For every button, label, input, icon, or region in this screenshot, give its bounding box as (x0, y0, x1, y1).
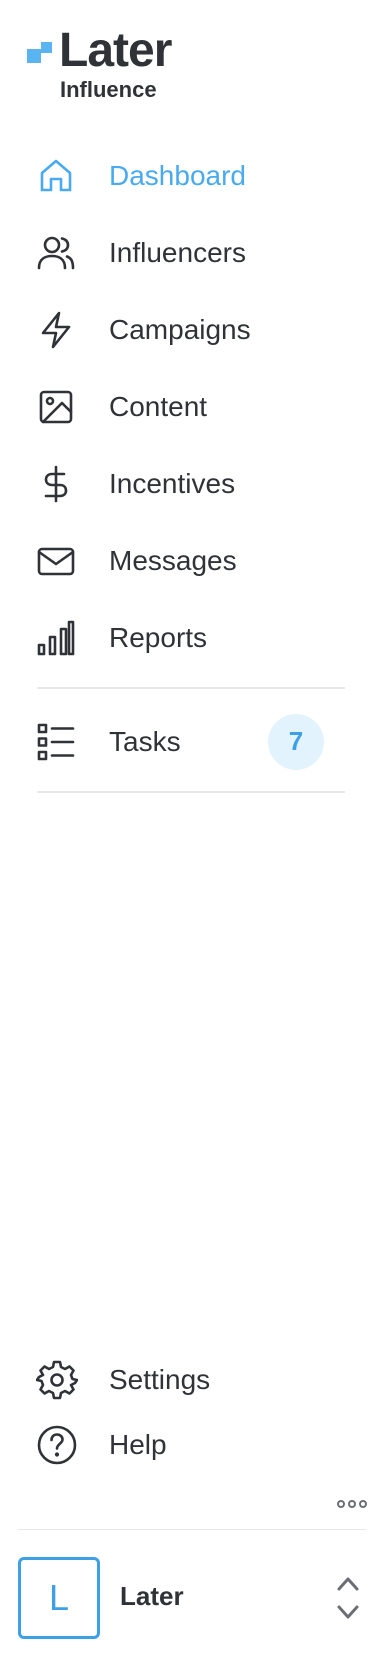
nav-item-label: Content (109, 390, 208, 422)
users-icon (36, 233, 76, 273)
account-name: Later (120, 1581, 184, 1611)
logo-product-name: Influence (60, 77, 157, 102)
account-switcher[interactable]: L Later (0, 1557, 386, 1639)
nav-item-label: Influencers (109, 236, 246, 268)
nav-item-label: Tasks (109, 725, 181, 757)
later-influence-logo[interactable]: Later Influence (27, 27, 197, 105)
help-link[interactable]: Help (0, 1413, 386, 1477)
nav-item-label: Incentives (109, 467, 236, 499)
bar-chart-icon (36, 618, 76, 658)
nav-item-label: Dashboard (109, 159, 246, 191)
chevron-up-down-icon (334, 1573, 362, 1623)
more-options-icon[interactable] (337, 1497, 369, 1511)
primary-nav: Dashboard Influencers Campaigns Content … (0, 137, 386, 676)
nav-item-label: Messages (109, 544, 237, 576)
logo-mark-square-small (41, 42, 52, 53)
nav-item-dashboard[interactable]: Dashboard (0, 137, 386, 214)
help-label: Help (109, 1429, 167, 1460)
nav-item-label: Reports (109, 621, 208, 653)
nav-item-label: Campaigns (109, 313, 251, 345)
nav-item-campaigns[interactable]: Campaigns (0, 291, 386, 368)
tasks-count-badge: 7 (268, 713, 324, 770)
logo-mark-square (27, 49, 41, 63)
settings-label: Settings (109, 1364, 211, 1395)
image-icon (36, 387, 76, 427)
nav-item-reports[interactable]: Reports (0, 599, 386, 676)
account-divider (18, 1529, 366, 1530)
home-icon (36, 156, 76, 196)
nav-item-tasks[interactable]: Tasks 7 (0, 703, 386, 780)
settings-link[interactable]: Settings (0, 1348, 386, 1412)
help-circle-icon (36, 1424, 78, 1466)
nav-divider (37, 791, 345, 793)
nav-item-messages[interactable]: Messages (0, 522, 386, 599)
lightning-icon (36, 310, 76, 350)
nav-item-content[interactable]: Content (0, 368, 386, 445)
logo-wordmark: Later (59, 24, 172, 77)
dollar-icon (36, 464, 76, 504)
mail-icon (36, 541, 76, 581)
nav-item-influencers[interactable]: Influencers (0, 214, 386, 291)
list-icon (36, 722, 76, 762)
gear-icon (35, 1359, 79, 1401)
nav-item-incentives[interactable]: Incentives (0, 445, 386, 522)
avatar: L (18, 1557, 100, 1639)
nav-divider (37, 687, 345, 689)
